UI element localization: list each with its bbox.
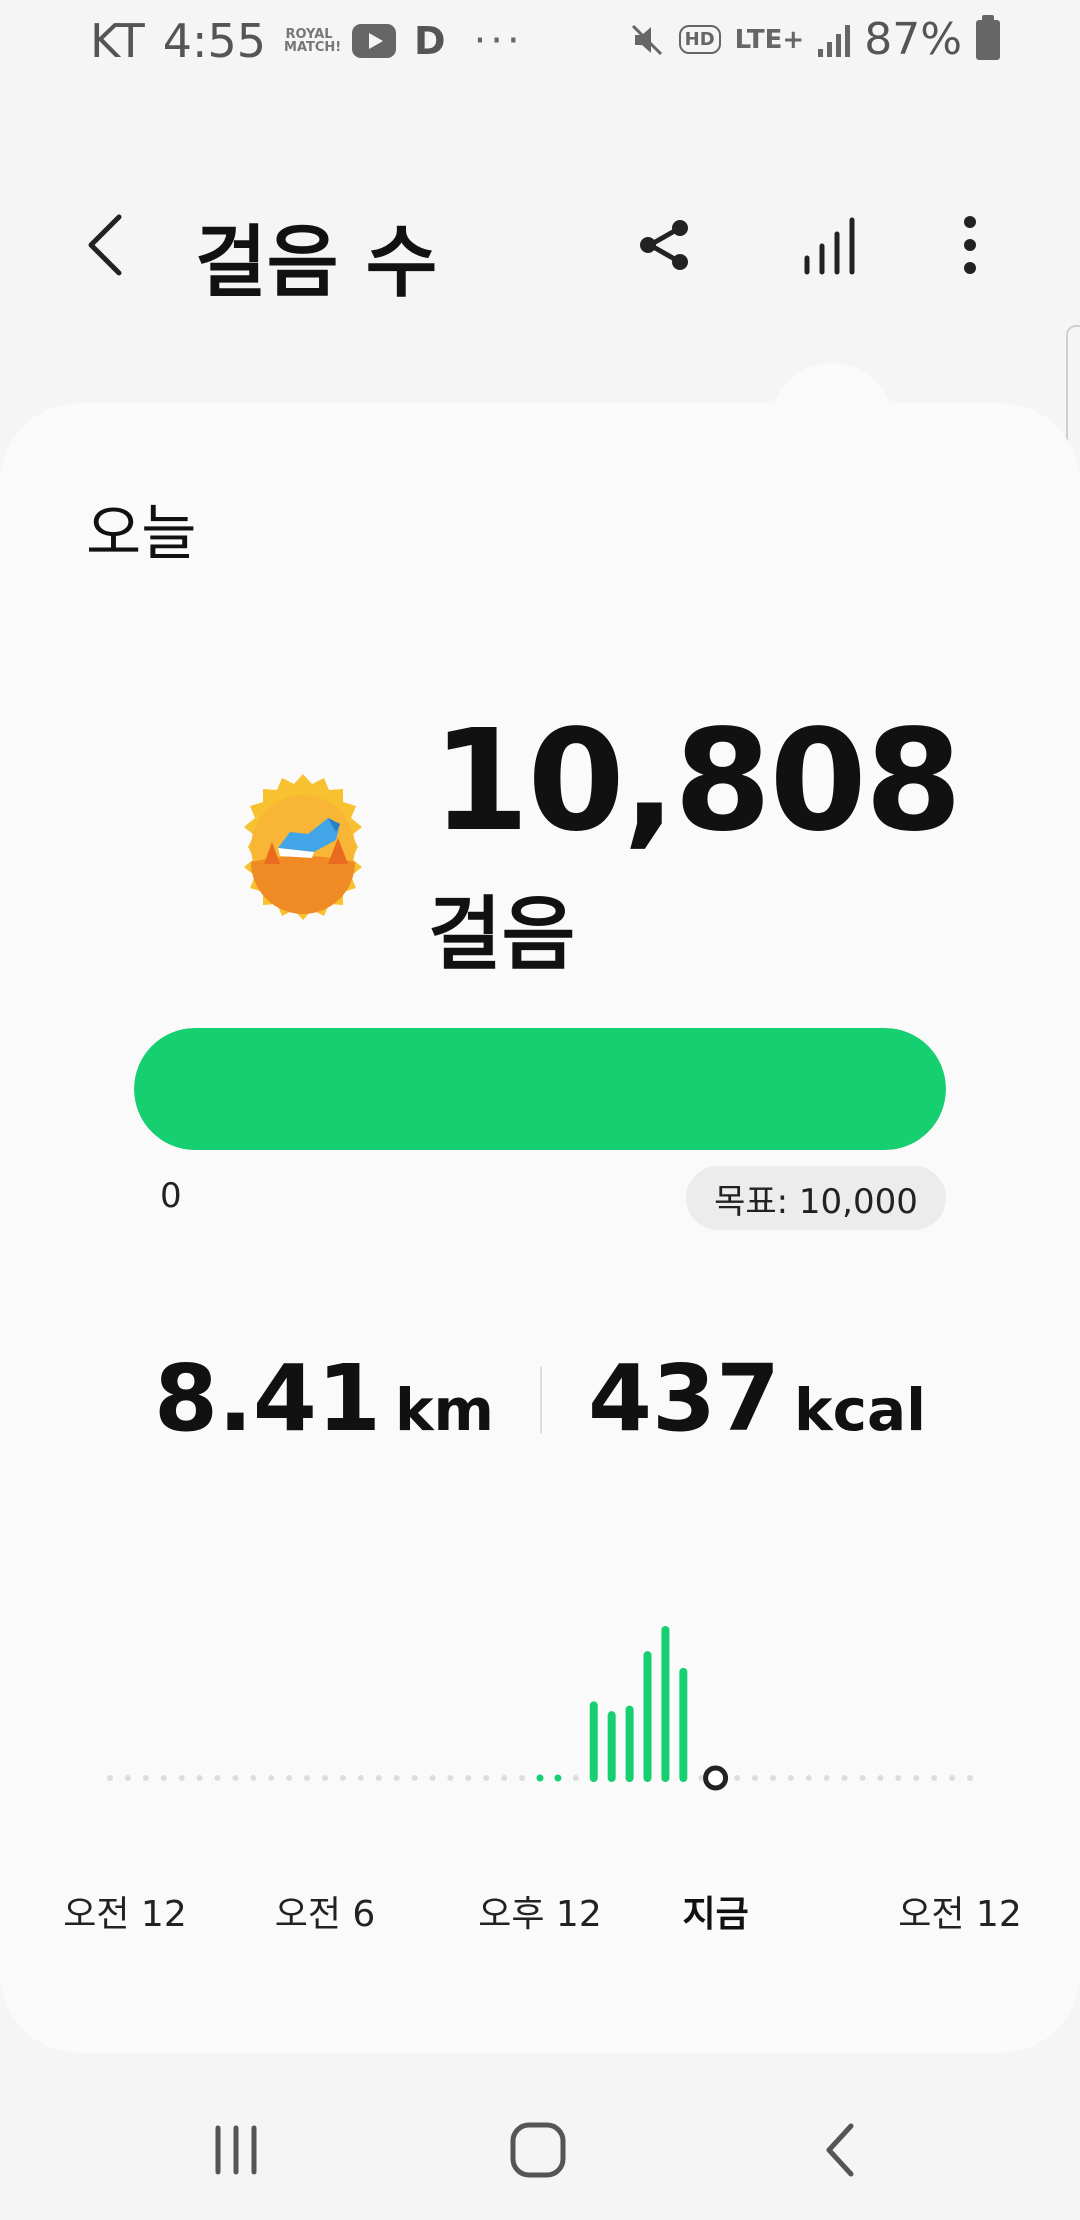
chart-x-label: 오후 12 (478, 1894, 602, 1935)
chart-baseline-dot (931, 1775, 938, 1781)
current-time-marker (703, 1765, 729, 1791)
steps-screen: { "status_bar": { "carrier": "KT", "time… (0, 0, 1080, 2220)
chart-bar (536, 1774, 544, 1782)
signal-icon (818, 23, 851, 57)
chart-baseline-dot (107, 1775, 113, 1781)
chart-baseline-dot (805, 1775, 812, 1781)
back-icon (88, 214, 122, 276)
calories-stat: 437 kcal (588, 1345, 926, 1452)
distance-unit: km (394, 1376, 494, 1444)
lte-icon: LTE+ (734, 24, 805, 55)
chart-baseline-dot (142, 1775, 149, 1781)
goal-progress-fill (134, 1028, 946, 1150)
hd-voice-icon: HD (678, 25, 721, 54)
chart-baseline-dot (178, 1775, 185, 1781)
chart-baseline-dot (268, 1775, 275, 1781)
chart-baseline-dot (393, 1775, 400, 1781)
chart-baseline-dot (124, 1775, 131, 1781)
hourly-chart-plot (107, 1626, 973, 1791)
chart-baseline-dot (787, 1775, 794, 1781)
trends-button[interactable] (795, 210, 865, 280)
progress-min-label: 0 (160, 1176, 182, 1216)
chart-baseline-dot (823, 1775, 830, 1781)
distance-value: 8.41 (153, 1345, 381, 1452)
d-app-icon: D (414, 19, 446, 63)
chart-baseline-dot (196, 1775, 203, 1781)
youtube-icon (352, 24, 397, 58)
chart-baseline-dot (357, 1775, 364, 1781)
nav-back-icon (826, 2123, 854, 2177)
chart-baseline-dot (734, 1775, 741, 1781)
chart-baseline-dot (411, 1775, 418, 1781)
carrier-label: KT (90, 14, 145, 68)
goal-progress-bar (134, 1028, 946, 1150)
navigation-bar (0, 2080, 1080, 2220)
chart-baseline-dot (339, 1775, 346, 1781)
calories-unit: kcal (794, 1376, 927, 1444)
goal-achieved-badge-icon (244, 774, 362, 920)
chart-x-label: 오전 6 (274, 1894, 376, 1935)
chart-baseline-dot (429, 1775, 436, 1781)
home-button[interactable] (488, 2110, 588, 2190)
royal-match-icon: ROYAL MATCH! (284, 27, 342, 55)
chart-baseline-dot (250, 1775, 257, 1781)
more-vert-icon (964, 216, 976, 274)
chart-baseline-dot (160, 1775, 167, 1781)
clock: 4:55 (162, 14, 267, 68)
calories-value: 437 (587, 1345, 781, 1452)
chart-baseline-dot (214, 1775, 221, 1781)
share-button[interactable] (630, 210, 700, 280)
chart-x-label-now: 지금 (682, 1894, 749, 1935)
trends-icon (804, 217, 855, 275)
chart-baseline-dot (304, 1775, 311, 1781)
chart-baseline-dot (752, 1775, 758, 1781)
battery-percent: 87% (864, 14, 962, 65)
hourly-steps-chart[interactable]: 오전 12 오전 6 오후 12 지금 오전 12 (60, 1600, 1022, 1940)
stats-divider (539, 1367, 542, 1433)
nav-back-button[interactable] (790, 2110, 890, 2190)
chart-x-label: 오전 12 (63, 1894, 187, 1935)
chart-x-label: 오전 12 (898, 1894, 1022, 1935)
chart-baseline-dot (877, 1775, 884, 1781)
chart-baseline-dot (859, 1775, 866, 1781)
chart-baseline-dot (949, 1775, 956, 1781)
chart-baseline-dot (895, 1775, 902, 1781)
chart-baseline-dot (286, 1775, 293, 1781)
chart-baseline-dot (447, 1775, 454, 1781)
more-options-button[interactable] (935, 210, 1005, 280)
app-header: 걸음 수 (0, 180, 1080, 310)
recents-button[interactable] (186, 2110, 286, 2190)
mute-icon (631, 24, 662, 55)
chart-baseline-dot (232, 1775, 239, 1781)
page-title: 걸음 수 (195, 218, 438, 308)
goal-button[interactable]: 목표: 10,000 (686, 1166, 946, 1230)
day-label: 오늘 (86, 499, 197, 569)
chart-baseline-dot (483, 1775, 490, 1781)
chart-baseline-dot (572, 1775, 579, 1781)
chart-baseline-dot (465, 1775, 472, 1781)
steps-unit: 걸음 (428, 888, 576, 981)
stats-row: 8.41 km 437 kcal (0, 1345, 1080, 1455)
chart-x-axis: 오전 12 오전 6 오후 12 지금 오전 12 (60, 1885, 1022, 1935)
chart-baseline-dot (967, 1775, 973, 1781)
chart-bar (554, 1774, 562, 1782)
chart-baseline-dot (501, 1775, 508, 1781)
chart-baseline-dot (841, 1775, 848, 1781)
chart-baseline-dot (519, 1775, 526, 1781)
chart-baseline-dot (375, 1775, 382, 1781)
recents-icon (215, 2125, 257, 2175)
back-button[interactable] (70, 210, 140, 280)
steps-count: 10,808 (432, 700, 962, 863)
home-icon (510, 2122, 566, 2178)
share-icon (640, 220, 688, 270)
battery-icon (976, 14, 1000, 60)
chart-baseline-dot (322, 1775, 328, 1781)
chart-baseline-dot (913, 1775, 920, 1781)
distance-stat: 8.41 km (154, 1345, 494, 1452)
more-notifications-icon: ··· (473, 18, 524, 64)
status-bar: KT 4:55 ROYAL MATCH! D ··· HD LTE+ 87% (0, 0, 1080, 84)
chart-baseline-dot (769, 1775, 776, 1781)
